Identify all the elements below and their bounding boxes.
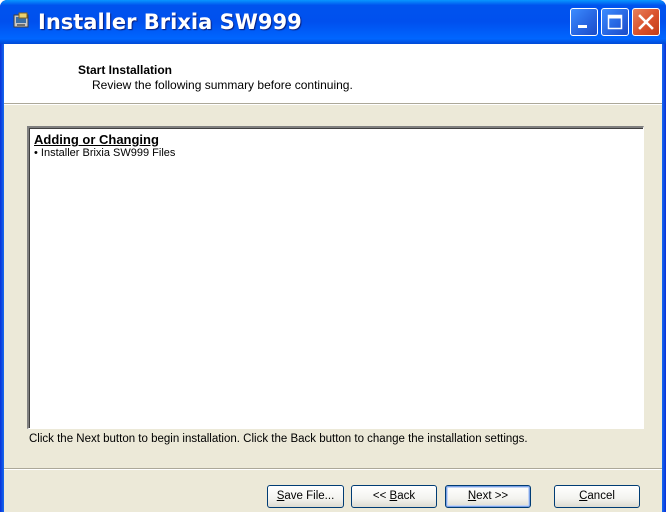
installer-app-icon bbox=[13, 12, 31, 30]
dialog-header: Start Installation Review the following … bbox=[4, 44, 662, 104]
maximize-icon bbox=[607, 14, 623, 30]
next-button[interactable]: Next >> bbox=[445, 485, 531, 508]
save-file-button[interactable]: Save File... bbox=[267, 485, 344, 508]
page-title: Start Installation bbox=[78, 63, 173, 77]
close-button[interactable] bbox=[632, 8, 660, 36]
minimize-button[interactable] bbox=[570, 8, 598, 36]
summary-textbox[interactable]: Adding or Changing • Installer Brixia SW… bbox=[27, 126, 644, 429]
header-divider bbox=[4, 104, 662, 105]
back-button[interactable]: << Back bbox=[351, 485, 437, 508]
cancel-button[interactable]: Cancel bbox=[554, 485, 640, 508]
installer-window: Installer Brixia SW999 Start Installatio… bbox=[0, 0, 666, 512]
window-title: Installer Brixia SW999 bbox=[38, 10, 302, 34]
save-label: ave File... bbox=[284, 490, 335, 502]
next-label: ext >> bbox=[476, 490, 509, 502]
page-subtitle: Review the following summary before cont… bbox=[92, 78, 353, 92]
instruction-text: Click the Next button to begin installat… bbox=[29, 433, 528, 445]
dialog-client-area: Start Installation Review the following … bbox=[4, 44, 662, 512]
next-accelerator: N bbox=[467, 490, 477, 502]
title-bar[interactable]: Installer Brixia SW999 bbox=[0, 0, 666, 44]
maximize-button[interactable] bbox=[601, 8, 629, 36]
back-prefix: << bbox=[372, 490, 390, 502]
summary-heading: Adding or Changing bbox=[34, 132, 159, 147]
minimize-icon bbox=[578, 25, 587, 28]
window-frame-right bbox=[662, 44, 666, 512]
summary-list-item: • Installer Brixia SW999 Files bbox=[34, 147, 176, 159]
footer-divider-highlight bbox=[4, 469, 662, 470]
back-label: ack bbox=[397, 490, 416, 502]
cancel-label: ancel bbox=[587, 490, 615, 502]
close-icon bbox=[638, 14, 654, 30]
